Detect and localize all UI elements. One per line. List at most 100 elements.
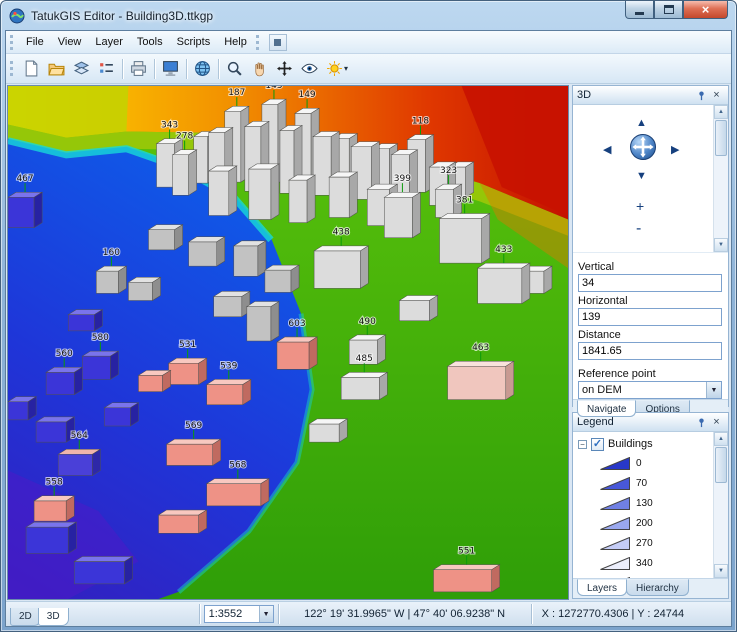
tab-navigate[interactable]: Navigate <box>577 400 636 417</box>
rotate-left-button[interactable]: ◀ <box>603 145 611 156</box>
menu-item[interactable]: View <box>51 32 89 52</box>
close-panel-icon[interactable]: × <box>709 415 724 430</box>
pan-3d-control[interactable] <box>629 133 657 161</box>
field-input[interactable]: 34 <box>578 274 722 292</box>
add-layer-icon <box>73 60 90 77</box>
scroll-down-icon[interactable]: ▼ <box>714 238 728 252</box>
scale-value: 1:3552 <box>205 606 259 622</box>
scroll-up-icon[interactable]: ▲ <box>714 432 728 446</box>
tab-3d[interactable]: 3D <box>38 608 69 626</box>
pin-icon[interactable] <box>694 415 709 430</box>
globe-icon <box>194 60 211 77</box>
move-button[interactable] <box>272 57 297 81</box>
layer-checkbox[interactable]: ✓ <box>591 438 604 451</box>
scroll-up-icon[interactable]: ▲ <box>714 105 728 119</box>
web-button[interactable] <box>190 57 215 81</box>
toolbar-separator <box>186 59 187 79</box>
legend-entry[interactable]: 270 <box>578 533 711 553</box>
field-input[interactable]: 1841.65 <box>578 342 722 360</box>
legend-swatch-icon <box>600 477 630 490</box>
legend-entry[interactable]: 200 <box>578 513 711 533</box>
scroll-thumb[interactable] <box>715 447 727 483</box>
svg-text:143: 143 <box>265 86 282 91</box>
menu-item[interactable]: Scripts <box>170 32 218 52</box>
minimize-button[interactable] <box>625 1 654 19</box>
toolbar-grip[interactable] <box>10 61 15 76</box>
tilt-up-button[interactable]: ▲ <box>636 118 647 129</box>
status-divider <box>199 604 200 624</box>
legend-root-row[interactable]: − ✓ Buildings <box>578 435 711 453</box>
tab-hierarchy[interactable]: Hierarchy <box>626 579 689 596</box>
title-bar[interactable]: TatukGIS Editor - Building3D.ttkgp × <box>1 1 736 30</box>
main-toolbar: ▾ <box>6 54 731 84</box>
menu-grip[interactable] <box>10 35 15 50</box>
menu-item[interactable]: Help <box>217 32 254 52</box>
legend-swatch-icon <box>600 557 630 570</box>
dropdown-arrow-icon[interactable]: ▼ <box>259 606 273 622</box>
close-button[interactable]: × <box>683 1 728 19</box>
reference-point-select[interactable]: on DEM ▼ <box>578 381 722 399</box>
legend-scrollbar[interactable]: ▲ ▼ <box>713 432 728 578</box>
visibility-button[interactable] <box>297 57 322 81</box>
legend-entry[interactable]: 0 <box>578 453 711 473</box>
reference-point-field: Reference point on DEM ▼ <box>573 360 728 399</box>
zoom-out-button[interactable]: - <box>636 221 641 237</box>
maximize-button[interactable] <box>654 1 683 19</box>
map-viewport[interactable]: 1871433431491182783234673993814381604334… <box>7 85 569 600</box>
print-preview-button[interactable] <box>158 57 183 81</box>
field-input[interactable]: 139 <box>578 308 722 326</box>
svg-text:560: 560 <box>56 349 73 359</box>
scale-combo[interactable]: 1:3552 ▼ <box>204 605 274 623</box>
svg-text:187: 187 <box>228 88 245 98</box>
dropdown-arrow-icon[interactable]: ▼ <box>706 382 721 398</box>
menu-overflow-button[interactable] <box>269 34 287 51</box>
pin-icon[interactable] <box>694 88 709 103</box>
field-label: Vertical <box>578 261 722 273</box>
open-button[interactable] <box>44 57 69 81</box>
tilt-down-button[interactable]: ▼ <box>636 171 647 182</box>
nav-scrollbar[interactable]: ▲ ▼ <box>713 105 728 252</box>
legend-swatch-icon <box>600 517 630 530</box>
svg-text:463: 463 <box>472 343 489 353</box>
svg-text:323: 323 <box>440 166 457 176</box>
legend-entry[interactable]: 340 <box>578 553 711 573</box>
close-panel-icon[interactable]: × <box>709 88 724 103</box>
overflow-icon <box>274 39 281 46</box>
collapse-icon[interactable]: − <box>578 440 587 449</box>
panel-3d-header: 3D × <box>573 86 728 105</box>
svg-text:603: 603 <box>288 319 305 329</box>
menu-item[interactable]: File <box>19 32 51 52</box>
tab-2d[interactable]: 2D <box>10 608 41 626</box>
menu-items: FileViewLayerToolsScriptsHelp <box>19 32 254 52</box>
pan-button[interactable] <box>247 57 272 81</box>
hand-icon <box>251 60 268 77</box>
legend-entry[interactable]: 410 <box>578 573 711 578</box>
window-controls: × <box>625 1 728 19</box>
coordinates-readout: 122° 19' 31.9965" W | 47° 40' 06.9238" N <box>279 608 531 620</box>
rotate-right-button[interactable]: ▶ <box>671 145 679 156</box>
scroll-down-icon[interactable]: ▼ <box>714 564 728 578</box>
zoom-in-button[interactable]: + <box>636 199 644 213</box>
svg-text:438: 438 <box>333 228 350 238</box>
toolbar-separator <box>154 59 155 79</box>
zoom-button[interactable] <box>222 57 247 81</box>
tab-layers[interactable]: Layers <box>577 579 627 596</box>
panel-legend: Legend × − ✓ Buildings <box>572 412 729 599</box>
menu-item[interactable]: Layer <box>88 32 130 52</box>
layer-properties-button[interactable] <box>94 57 119 81</box>
menu-item[interactable]: Tools <box>130 32 170 52</box>
new-button[interactable] <box>19 57 44 81</box>
field-label: Distance <box>578 329 722 341</box>
legend-entry[interactable]: 70 <box>578 473 711 493</box>
add-layer-button[interactable] <box>69 57 94 81</box>
toolbar-grip-2[interactable] <box>256 35 261 50</box>
chevron-down-icon[interactable]: ▾ <box>344 64 352 73</box>
legend-entry[interactable]: 130 <box>578 493 711 513</box>
new-document-icon <box>23 60 40 77</box>
svg-text:433: 433 <box>495 245 512 255</box>
print-button[interactable] <box>126 57 151 81</box>
scroll-thumb[interactable] <box>715 120 727 156</box>
legend-swatch-icon <box>600 537 630 550</box>
map-3d-scene[interactable]: 1871433431491182783234673993814381604334… <box>8 86 568 599</box>
svg-text:490: 490 <box>359 317 376 327</box>
